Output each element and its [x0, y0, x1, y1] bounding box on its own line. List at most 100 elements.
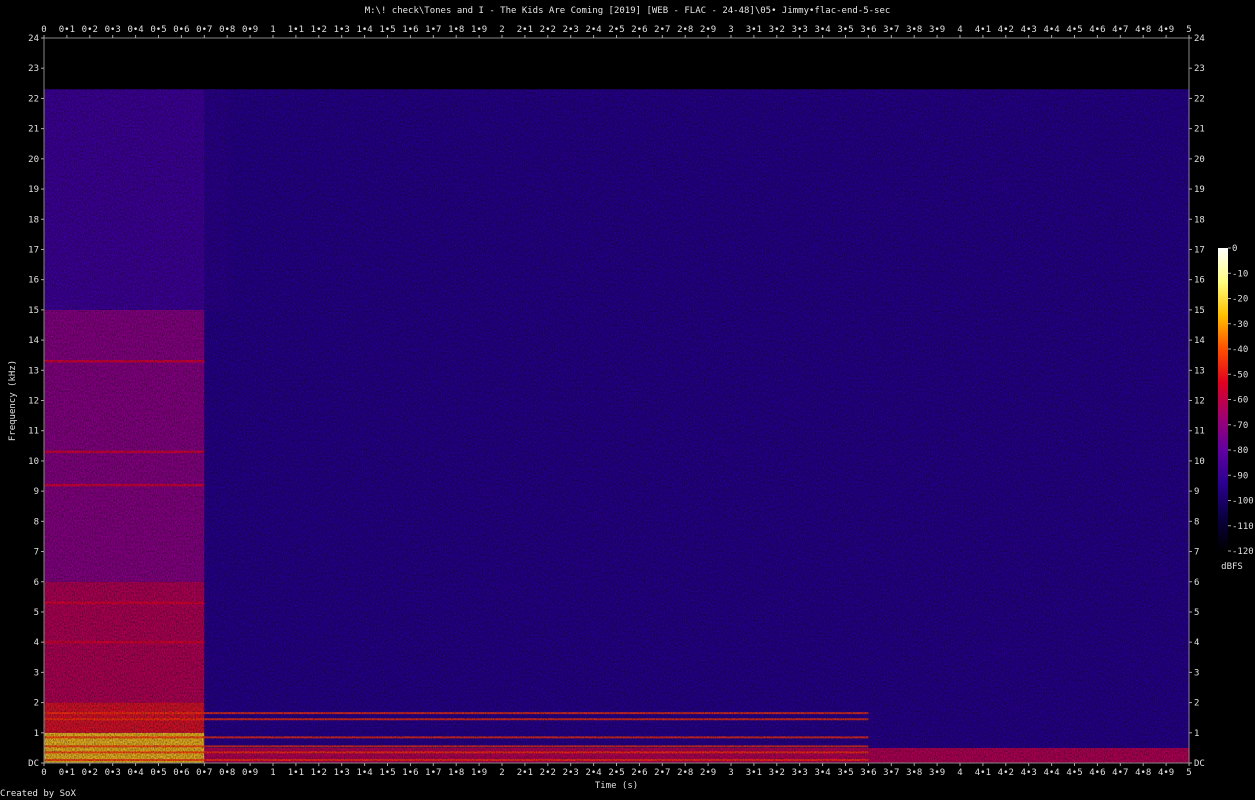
x-tick-label-bottom: 1•8: [448, 768, 464, 778]
x-tick-label-top: 1: [270, 25, 275, 35]
noise-texture: [44, 89, 1189, 763]
x-tick-label-bottom: 1•6: [402, 768, 418, 778]
x-tick-label-bottom: 1•1: [288, 768, 304, 778]
x-tick-label-bottom: 4•3: [1021, 768, 1037, 778]
x-tick-label-top: 0•4: [127, 25, 143, 35]
y-tick-label-right: 6: [1194, 578, 1199, 588]
colorbar-tick-label: -100: [1232, 497, 1254, 507]
colorbar-tick-label: -90: [1232, 471, 1248, 481]
colorbar-tick-label: -20: [1232, 295, 1248, 305]
colorbar-tick-label: -70: [1232, 421, 1248, 431]
x-tick-label-top: 1•1: [288, 25, 304, 35]
y-tick-label-left: 14: [28, 336, 39, 346]
x-tick-label-top: 3•6: [860, 25, 876, 35]
x-tick-label-top: 3•7: [883, 25, 899, 35]
y-tick-label-left: 4: [34, 638, 39, 648]
x-tick-label-bottom: 4•8: [1135, 768, 1151, 778]
y-tick-label-right: 8: [1194, 517, 1199, 527]
x-tick-label-bottom: 0•2: [82, 768, 98, 778]
colorbar-gradient: [1218, 248, 1228, 551]
x-tick-label-bottom: 4•5: [1066, 768, 1082, 778]
x-tick-label-top: 2•3: [563, 25, 579, 35]
x-tick-label-top: 1•8: [448, 25, 464, 35]
x-tick-label-top: 1•9: [471, 25, 487, 35]
x-tick-label-top: 0•8: [219, 25, 235, 35]
x-tick-label-bottom: 0•8: [219, 768, 235, 778]
x-tick-label-top: 0•7: [196, 25, 212, 35]
x-tick-label-bottom: 0•4: [127, 768, 143, 778]
x-tick-label-top: 4•5: [1066, 25, 1082, 35]
x-tick-label-bottom: 2•6: [631, 768, 647, 778]
x-tick-label-top: 1•7: [425, 25, 441, 35]
colorbar-tick-label: -110: [1232, 522, 1254, 532]
x-tick-label-top: 5: [1186, 25, 1191, 35]
spectrogram-chart: 0 0 0•1 0•1 0•2 0•2 0•3 0•3 0•4 0•4 0•5 0•5 0•6 0•6 0•…: [8, 25, 1254, 791]
x-tick-label-bottom: 3•1: [746, 768, 762, 778]
y-tick-label-right: 19: [1194, 185, 1205, 195]
y-tick-label-right: 1: [1194, 729, 1199, 739]
x-tick-label-top: 4•7: [1112, 25, 1128, 35]
x-tick-label-top: 2•5: [608, 25, 624, 35]
x-tick-label-top: 0•3: [105, 25, 121, 35]
x-tick-label-top: 4•8: [1135, 25, 1151, 35]
y-tick-label-right: 17: [1194, 245, 1205, 255]
x-tick-label-bottom: 2•4: [585, 768, 601, 778]
x-tick-label-bottom: 3•7: [883, 768, 899, 778]
x-tick-label-top: 2•9: [700, 25, 716, 35]
y-tick-label-right: 2: [1194, 699, 1199, 709]
colorbar-tick-label: -80: [1232, 446, 1248, 456]
x-tick-label-top: 4•1: [975, 25, 991, 35]
y-tick-label-right: 10: [1194, 457, 1205, 467]
colorbar-tick-label: -50: [1232, 370, 1248, 380]
y-tick-label-right: 3: [1194, 668, 1199, 678]
x-tick-label-bottom: 1•5: [379, 768, 395, 778]
y-tick-label-right: 24: [1194, 34, 1205, 44]
y-tick-label-right: 20: [1194, 155, 1205, 165]
x-tick-label-top: 3•1: [746, 25, 762, 35]
x-tick-label-bottom: 2•1: [517, 768, 533, 778]
x-tick-label-top: 4•3: [1021, 25, 1037, 35]
y-tick-label-left: 12: [28, 397, 39, 407]
x-tick-label-bottom: 3: [728, 768, 733, 778]
y-tick-label-left: 5: [34, 608, 39, 618]
x-tick-label-top: 1•3: [334, 25, 350, 35]
x-tick-label-top: 0•1: [59, 25, 75, 35]
colorbar-tick-label: -30: [1232, 320, 1248, 330]
x-tick-label-top: 4•9: [1158, 25, 1174, 35]
x-tick-label-top: 2•4: [585, 25, 601, 35]
x-tick-label-bottom: 3•5: [837, 768, 853, 778]
x-tick-label-top: 3•8: [906, 25, 922, 35]
x-tick-label-top: 1•5: [379, 25, 395, 35]
y-tick-label-right: 21: [1194, 125, 1205, 135]
x-tick-label-bottom: 4: [957, 768, 962, 778]
x-tick-label-bottom: 3•2: [769, 768, 785, 778]
colorbar: 0 -10 -20 -30 -40 -50 -60 -70 -80 -90 -100 -110 -120…: [1218, 244, 1254, 572]
x-tick-label-top: 0: [41, 25, 46, 35]
y-tick-label-left: 24: [28, 34, 39, 44]
x-tick-label-bottom: 1•4: [356, 768, 372, 778]
x-tick-label-bottom: 2•2: [540, 768, 556, 778]
y-tick-label-left: 7: [34, 548, 39, 558]
y-tick-label-right: 15: [1194, 306, 1205, 316]
x-tick-label-top: 4: [957, 25, 962, 35]
x-tick-label-bottom: 3•8: [906, 768, 922, 778]
x-tick-label-bottom: 3•6: [860, 768, 876, 778]
x-tick-label-bottom: 4•9: [1158, 768, 1174, 778]
x-tick-label-bottom: 0•3: [105, 768, 121, 778]
colorbar-tick-label: -40: [1232, 345, 1248, 355]
y-tick-label-right: DC: [1194, 759, 1205, 769]
x-tick-label-top: 3•2: [769, 25, 785, 35]
colorbar-tick-label: -60: [1232, 396, 1248, 406]
y-tick-label-left: 8: [34, 517, 39, 527]
x-tick-label-bottom: 2•8: [677, 768, 693, 778]
x-tick-label-bottom: 4•4: [1043, 768, 1059, 778]
x-tick-label-bottom: 4•1: [975, 768, 991, 778]
y-tick-label-right: 11: [1194, 427, 1205, 437]
y-tick-label-left: 11: [28, 427, 39, 437]
colorbar-label: dBFS: [1221, 562, 1243, 572]
x-tick-label-top: 4•4: [1043, 25, 1059, 35]
y-tick-label-left: DC: [28, 759, 39, 769]
x-tick-label-top: 1•4: [356, 25, 372, 35]
y-tick-label-left: 13: [28, 366, 39, 376]
x-tick-label-bottom: 1•2: [311, 768, 327, 778]
